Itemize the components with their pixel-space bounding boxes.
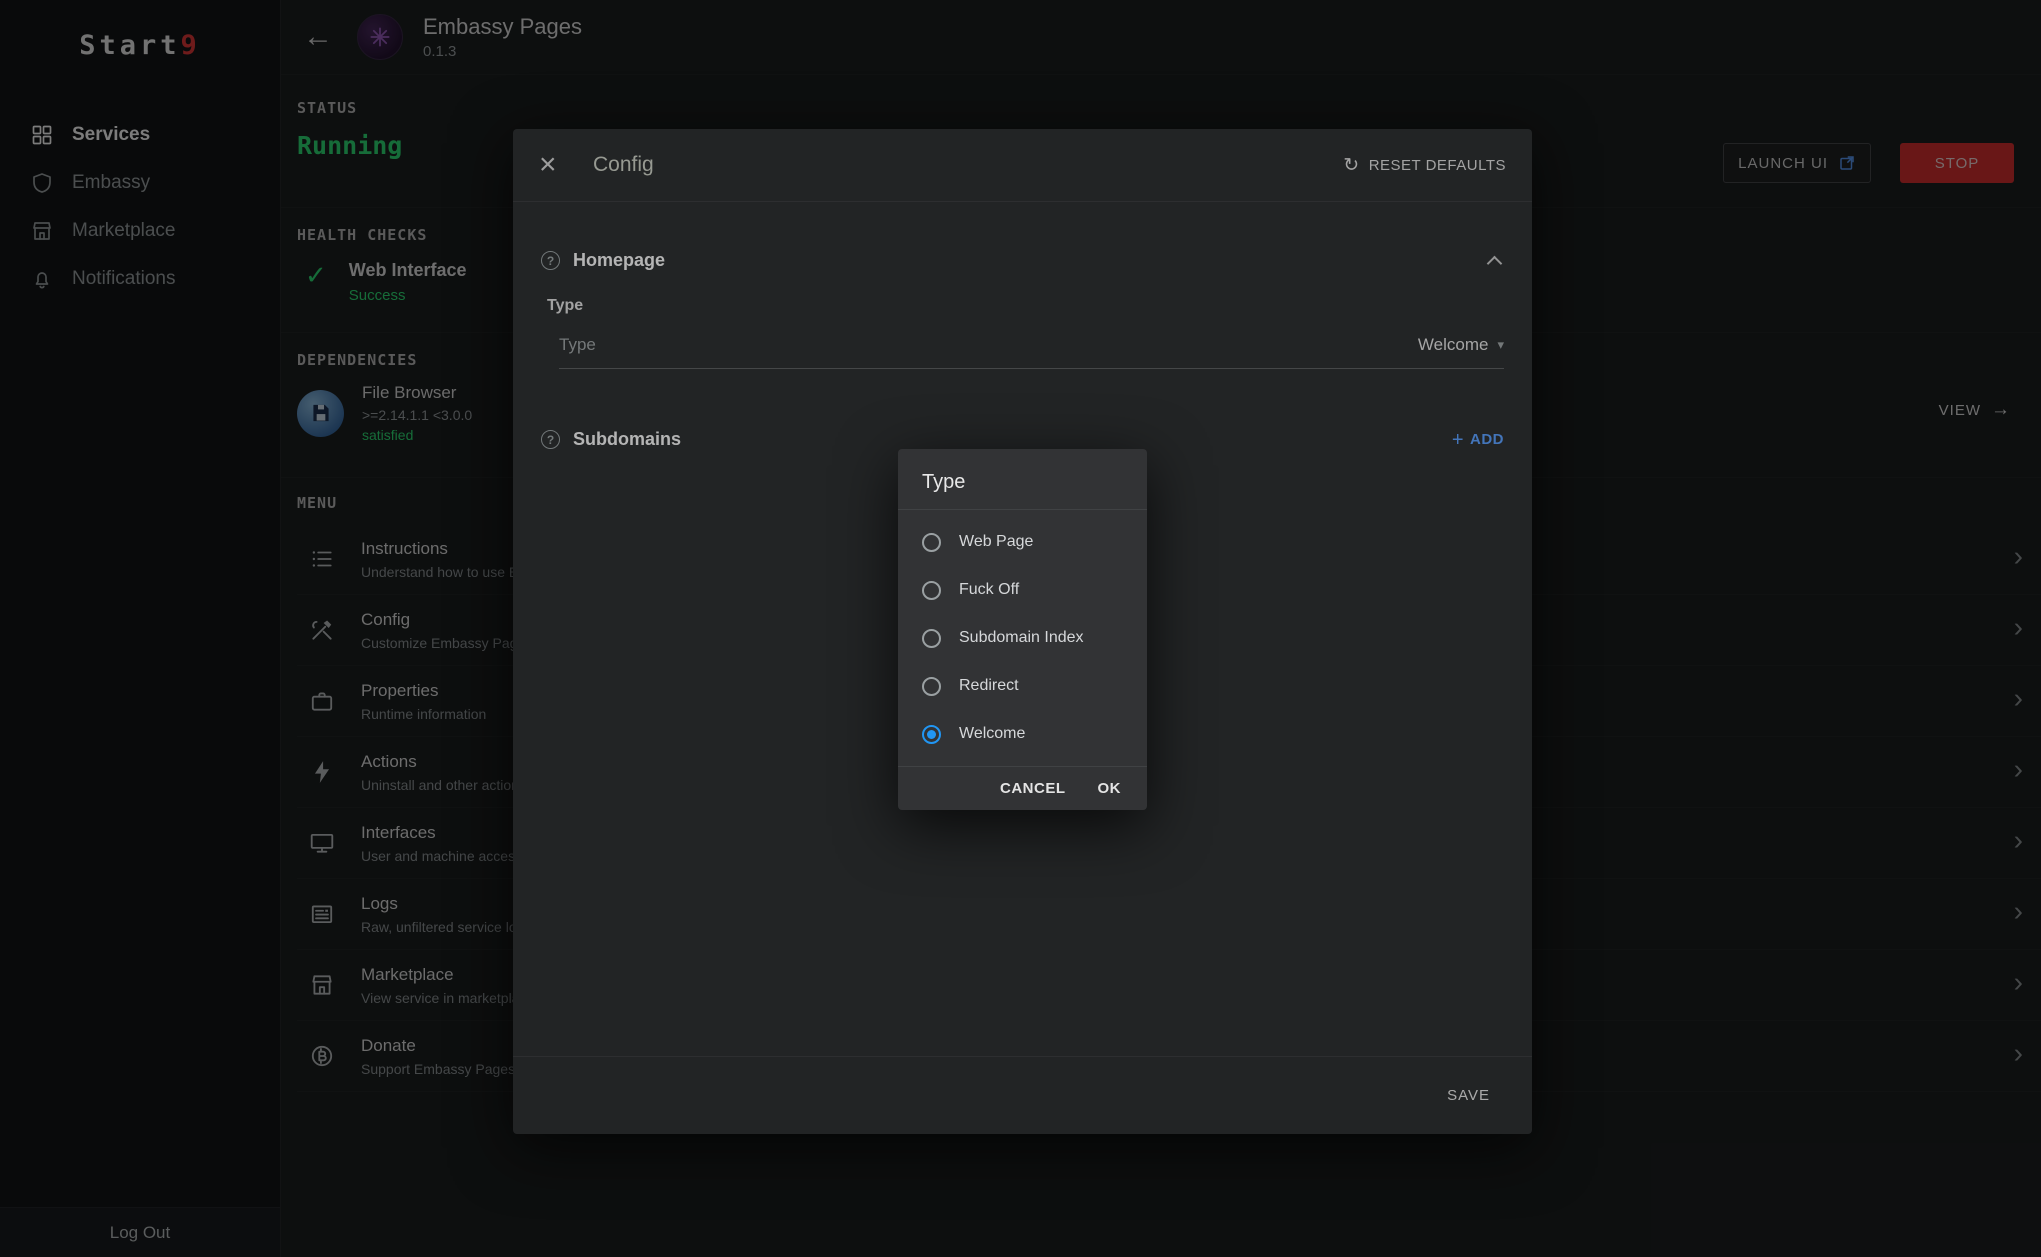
option-welcome[interactable]: Welcome [898,710,1147,758]
type-dialog: Type Web Page Fuck Off Subdomain Index R… [898,449,1147,810]
radio-icon [922,677,941,696]
radio-icon [922,581,941,600]
type-dialog-header: Type [898,449,1147,510]
option-label: Fuck Off [959,581,1019,599]
option-label: Welcome [959,725,1025,743]
ok-button[interactable]: OK [1098,780,1122,797]
option-label: Subdomain Index [959,629,1084,647]
cancel-button[interactable]: CANCEL [1000,780,1066,797]
option-label: Web Page [959,533,1033,551]
radio-icon [922,725,941,744]
type-options-list: Web Page Fuck Off Subdomain Index Redire… [898,510,1147,766]
radio-icon [922,533,941,552]
option-web-page[interactable]: Web Page [898,518,1147,566]
option-fuck-off[interactable]: Fuck Off [898,566,1147,614]
radio-icon [922,629,941,648]
option-label: Redirect [959,677,1019,695]
type-dialog-footer: CANCEL OK [898,766,1147,810]
option-redirect[interactable]: Redirect [898,662,1147,710]
type-dialog-title: Type [922,471,1123,494]
screen: Start9 Services Embassy Marketplace Noti… [0,0,2041,1257]
option-subdomain-index[interactable]: Subdomain Index [898,614,1147,662]
